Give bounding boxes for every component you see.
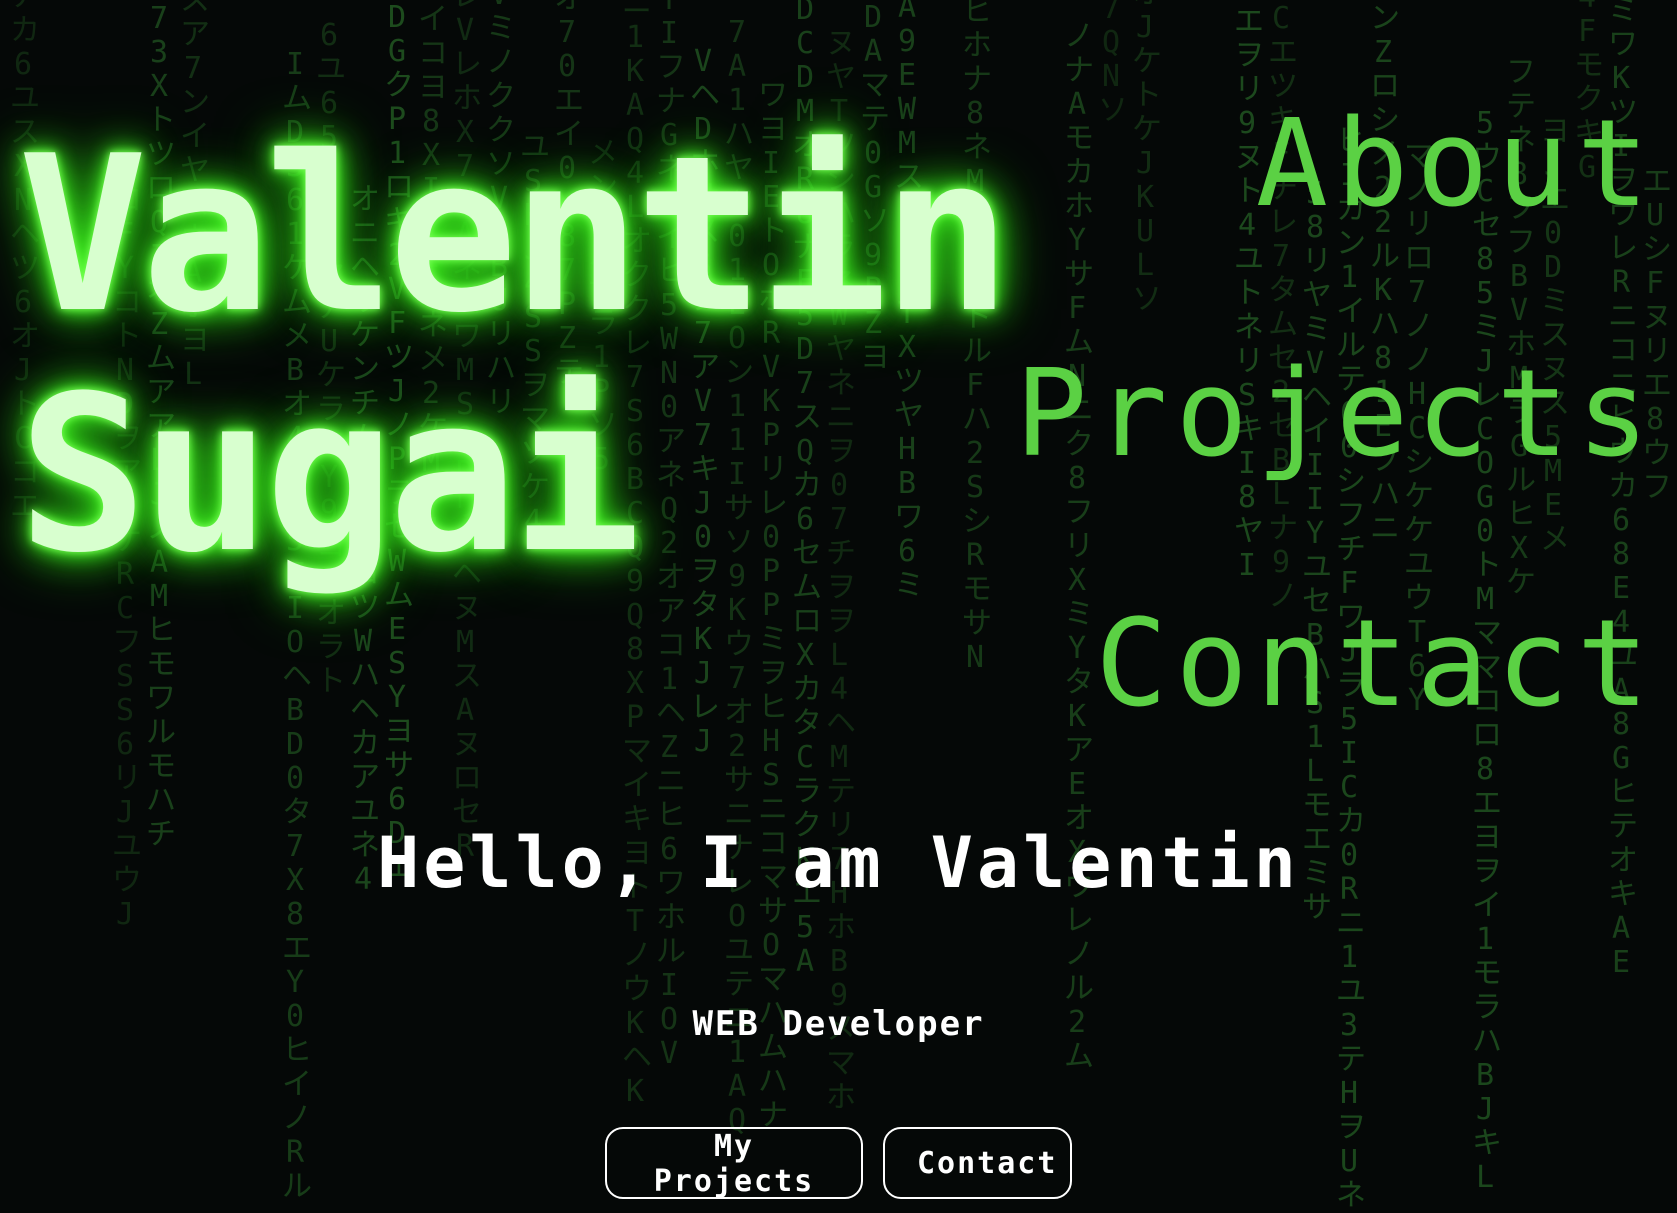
- main-nav: About Projects Contact: [1015, 40, 1657, 790]
- nav-link-contact[interactable]: Contact: [1095, 540, 1657, 790]
- nav-link-about[interactable]: About: [1256, 40, 1657, 290]
- hero-actions: My Projects Contact: [0, 1127, 1677, 1199]
- my-projects-button[interactable]: My Projects: [605, 1127, 863, 1199]
- nav-link-projects[interactable]: Projects: [1015, 290, 1657, 540]
- site-logo: Valentin Sugai: [18, 109, 1012, 600]
- contact-button[interactable]: Contact: [883, 1127, 1072, 1199]
- logo-last-name: Sugai: [18, 349, 641, 600]
- logo-first-name: Valentin: [18, 109, 1012, 360]
- hero-greeting: Hello, I am Valentin: [377, 822, 1300, 904]
- hero-role: WEB Developer: [692, 1004, 985, 1044]
